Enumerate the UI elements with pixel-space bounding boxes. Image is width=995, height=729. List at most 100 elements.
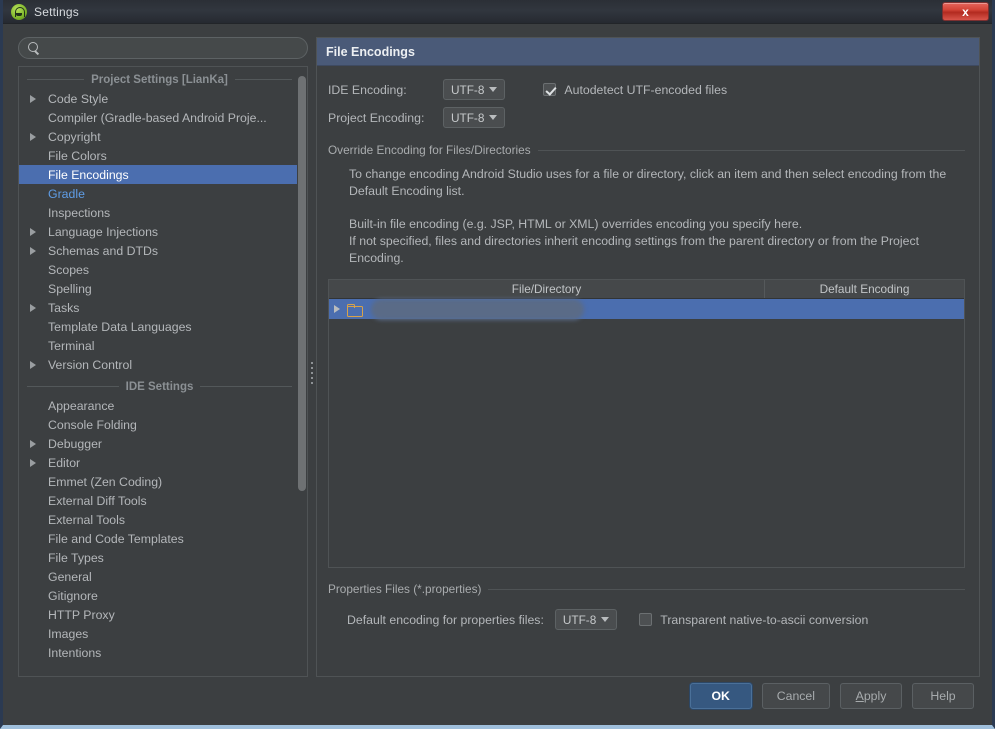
expand-arrow-icon[interactable] xyxy=(329,299,347,319)
project-encoding-combo[interactable]: UTF-8 xyxy=(443,107,506,128)
sidebar-item-console-folding[interactable]: Console Folding xyxy=(19,415,300,434)
override-section-separator: Override Encoding for Files/Directories xyxy=(328,143,965,157)
sidebar-item-inspections[interactable]: Inspections xyxy=(19,203,300,222)
sidebar-item-label: Compiler (Gradle-based Android Proje... xyxy=(48,110,267,125)
sidebar-item-intentions[interactable]: Intentions xyxy=(19,643,300,662)
sidebar-item-label: External Tools xyxy=(48,512,126,527)
ide-encoding-label: IDE Encoding: xyxy=(328,82,407,97)
chevron-down-icon xyxy=(601,617,610,622)
sidebar-item-spelling[interactable]: Spelling xyxy=(19,279,300,298)
close-icon[interactable]: x xyxy=(942,2,989,21)
sidebar-item-label: Editor xyxy=(48,455,81,470)
properties-section-separator: Properties Files (*.properties) xyxy=(328,582,965,596)
expand-arrow-icon[interactable] xyxy=(28,355,42,374)
sidebar-item-label: Version Control xyxy=(48,357,133,372)
sidebar-item-copyright[interactable]: Copyright xyxy=(19,127,300,146)
settings-tree-panel: Project Settings [LianKa] Code Style Compi… xyxy=(18,66,308,677)
transparent-native-label: Transparent native-to-ascii conversion xyxy=(660,612,869,627)
expand-arrow-icon[interactable] xyxy=(28,298,42,317)
sidebar-item-gradle[interactable]: Gradle xyxy=(19,184,300,203)
sidebar-item-label: Terminal xyxy=(48,338,95,353)
panel-splitter-handle[interactable] xyxy=(309,362,314,384)
sidebar-scrollbar-thumb[interactable] xyxy=(298,76,306,491)
separator-line xyxy=(537,149,965,151)
project-encoding-row: Project Encoding: UTF-8 xyxy=(328,107,979,128)
apply-rest: pply xyxy=(863,689,887,703)
column-header-default-encoding[interactable]: Default Encoding xyxy=(765,280,964,298)
properties-encoding-row: Default encoding for properties files: U… xyxy=(347,609,979,630)
sidebar-item-external-tools[interactable]: External Tools xyxy=(19,510,300,529)
transparent-native-checkbox[interactable]: Transparent native-to-ascii conversion xyxy=(639,613,868,627)
expand-arrow-icon[interactable] xyxy=(28,89,42,108)
sidebar-item-label: Template Data Languages xyxy=(48,319,192,334)
window-title: Settings xyxy=(34,4,79,19)
sidebar-item-emmet-zen-coding[interactable]: Emmet (Zen Coding) xyxy=(19,472,300,491)
sidebar-scrollbar-track[interactable] xyxy=(297,68,306,675)
properties-encoding-value: UTF-8 xyxy=(562,612,597,627)
sidebar-item-file-encodings[interactable]: File Encodings xyxy=(19,165,300,184)
sidebar-item-language-injections[interactable]: Language Injections xyxy=(19,222,300,241)
column-header-file-directory[interactable]: File/Directory xyxy=(329,280,765,298)
sidebar-item-version-control[interactable]: Version Control xyxy=(19,355,300,374)
folder-icon xyxy=(347,303,363,317)
sidebar-item-debugger[interactable]: Debugger xyxy=(19,434,300,453)
properties-encoding-combo[interactable]: UTF-8 xyxy=(554,609,618,630)
sidebar-item-label: General xyxy=(48,569,92,584)
panel-header: File Encodings xyxy=(317,38,979,66)
separator-line xyxy=(488,588,965,590)
cancel-button[interactable]: Cancel xyxy=(761,683,830,709)
sidebar-item-label: External Diff Tools xyxy=(48,493,147,508)
help-button[interactable]: Help xyxy=(912,683,974,709)
checkbox-box xyxy=(639,613,653,626)
sidebar-item-http-proxy[interactable]: HTTP Proxy xyxy=(19,605,300,624)
dialog-button-bar: OK Cancel Apply Help xyxy=(689,683,974,709)
ide-encoding-combo[interactable]: UTF-8 xyxy=(443,79,506,100)
sidebar-item-editor[interactable]: Editor xyxy=(19,453,300,472)
sidebar-item-general[interactable]: General xyxy=(19,567,300,586)
settings-sidebar: Project Settings [LianKa] Code Style Compi… xyxy=(18,37,308,677)
sidebar-item-images[interactable]: Images xyxy=(19,624,300,643)
sidebar-item-file-and-code-templates[interactable]: File and Code Templates xyxy=(19,529,300,548)
sidebar-item-template-data-languages[interactable]: Template Data Languages xyxy=(19,317,300,336)
sidebar-item-file-types[interactable]: File Types xyxy=(19,548,300,567)
sidebar-item-gitignore[interactable]: Gitignore xyxy=(19,586,300,605)
search-icon xyxy=(28,42,40,54)
sidebar-group-header: IDE Settings xyxy=(19,377,300,396)
apply-mnemonic: A xyxy=(855,689,864,703)
ok-button[interactable]: OK xyxy=(689,683,752,709)
ide-encoding-value: UTF-8 xyxy=(451,82,485,97)
sidebar-item-file-colors[interactable]: File Colors xyxy=(19,146,300,165)
expand-arrow-icon[interactable] xyxy=(28,453,42,472)
sidebar-item-compiler-gradle-based-android-proje[interactable]: Compiler (Gradle-based Android Proje... xyxy=(19,108,300,127)
sidebar-item-terminal[interactable]: Terminal xyxy=(19,336,300,355)
sidebar-item-label: Intentions xyxy=(48,645,102,660)
override-paragraph-2: Built-in file encoding (e.g. JSP, HTML o… xyxy=(349,217,803,231)
expand-arrow-icon[interactable] xyxy=(28,222,42,241)
sidebar-item-label: Schemas and DTDs xyxy=(48,243,159,258)
autodetect-checkbox[interactable]: Autodetect UTF-encoded files xyxy=(543,83,727,97)
expand-arrow-icon[interactable] xyxy=(28,127,42,146)
search-input[interactable] xyxy=(40,41,307,55)
expand-arrow-icon[interactable] xyxy=(28,241,42,260)
apply-button[interactable]: Apply xyxy=(840,683,902,709)
project-encoding-value: UTF-8 xyxy=(451,110,485,125)
sidebar-item-code-style[interactable]: Code Style xyxy=(19,89,300,108)
expand-arrow-icon[interactable] xyxy=(28,434,42,453)
search-box[interactable] xyxy=(18,37,308,59)
override-paragraph-3: If not specified, files and directories … xyxy=(349,234,920,265)
table-row[interactable] xyxy=(329,299,964,320)
sidebar-item-external-diff-tools[interactable]: External Diff Tools xyxy=(19,491,300,510)
sidebar-item-scopes[interactable]: Scopes xyxy=(19,260,300,279)
sidebar-item-schemas-and-dtds[interactable]: Schemas and DTDs xyxy=(19,241,300,260)
sidebar-item-appearance[interactable]: Appearance xyxy=(19,396,300,415)
sidebar-item-tasks[interactable]: Tasks xyxy=(19,298,300,317)
override-paragraph-1: To change encoding Android Studio uses f… xyxy=(349,167,947,198)
